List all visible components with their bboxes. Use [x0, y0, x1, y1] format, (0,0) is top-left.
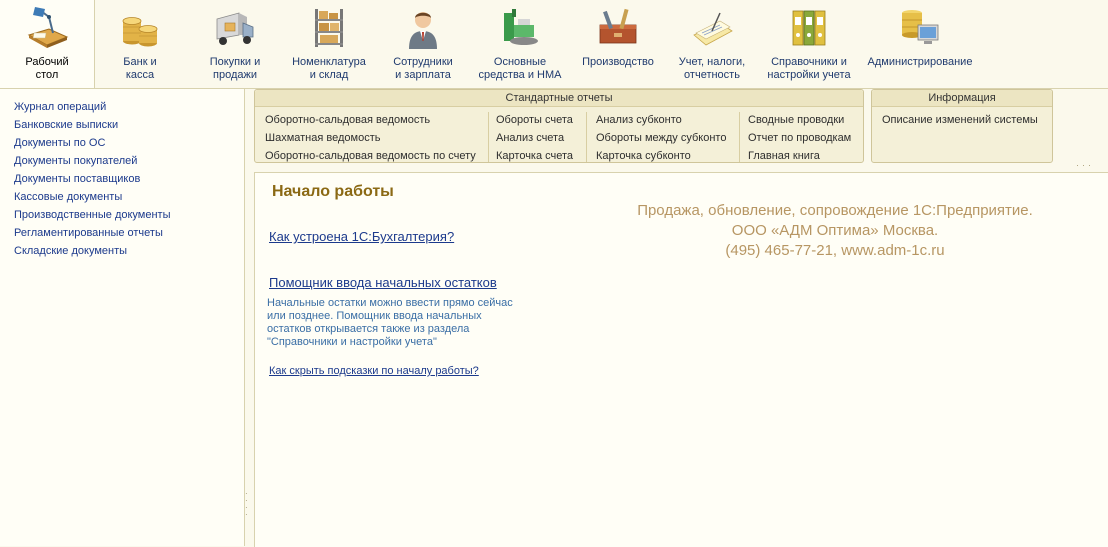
report-link[interactable]: Анализ счета	[496, 129, 573, 147]
start-page: Начало работы Как устроена 1С:Бухгалтери…	[254, 172, 1108, 547]
section-production[interactable]: Производство	[568, 0, 668, 88]
sections-toolbar: Рабочий стол Банк и касса Покупки и прод…	[0, 0, 1108, 89]
section-bank[interactable]: Банк и касса	[94, 0, 186, 88]
report-link[interactable]: Главная книга	[748, 147, 851, 165]
coins-icon	[122, 17, 158, 47]
section-label: Администрирование	[867, 56, 973, 68]
standard-reports-group: Стандартные отчеты Оборотно-сальдовая ве…	[254, 89, 864, 163]
vendor-ad-text: Продажа, обновление, сопровождение 1С:Пр…	[595, 201, 1075, 261]
opening-balances-wizard-link[interactable]: Помощник ввода начальных остатков	[269, 275, 497, 290]
section-administration[interactable]: Администрирование	[862, 0, 978, 88]
binders-icon	[792, 10, 826, 46]
page-title: Начало работы	[272, 183, 394, 200]
nav-item-supplier-docs[interactable]: Документы поставщиков	[0, 170, 244, 188]
nav-item-regulated-reports[interactable]: Регламентированные отчеты	[0, 224, 244, 242]
ad-line: Продажа, обновление, сопровождение 1С:Пр…	[637, 202, 1033, 219]
section-purchases[interactable]: Покупки и продажи	[186, 0, 284, 88]
ad-line: ООО «АДМ Оптима» Москва.	[731, 222, 939, 239]
desk-lamp-icon	[27, 7, 69, 48]
report-link[interactable]: Карточка субконто	[596, 147, 726, 165]
section-employees[interactable]: Сотрудники и зарплата	[374, 0, 472, 88]
column-divider	[586, 112, 587, 162]
section-label: Номенклатура и склад	[292, 56, 366, 81]
report-link[interactable]: Оборотно-сальдовая ведомость	[265, 111, 476, 129]
section-references[interactable]: Справочники и настройки учета	[756, 0, 862, 88]
column-divider	[488, 112, 489, 162]
report-link[interactable]: Сводные проводки	[748, 111, 851, 129]
section-label: Покупки и продажи	[209, 56, 261, 81]
section-label: Рабочий стол	[25, 56, 69, 81]
panel-splitter[interactable]: · · · ·	[245, 490, 251, 520]
wizard-description: Начальные остатки можно ввести прямо сей…	[267, 297, 513, 348]
ad-line: (495) 465-77-21, www.adm-1c.ru	[725, 242, 945, 259]
section-desktop[interactable]: Рабочий стол	[0, 0, 95, 88]
system-changes-link[interactable]: Описание изменений системы	[882, 111, 1038, 129]
nav-item-fixed-assets-docs[interactable]: Документы по ОС	[0, 134, 244, 152]
section-label: Справочники и настройки учета	[767, 56, 851, 81]
nav-item-operations-journal[interactable]: Журнал операций	[0, 98, 244, 116]
admin-computer-icon	[902, 10, 939, 44]
section-nomenclature[interactable]: Номенклатура и склад	[284, 0, 374, 88]
employee-icon	[409, 12, 437, 49]
report-link[interactable]: Отчет по проводкам	[748, 129, 851, 147]
notebook-icon	[693, 12, 733, 46]
navigation-panel: Журнал операций Банковские выписки Докум…	[0, 89, 245, 546]
how-it-works-link[interactable]: Как устроена 1С:Бухгалтерия?	[269, 229, 454, 244]
report-link[interactable]: Карточка счета	[496, 147, 573, 165]
equipment-icon	[504, 9, 538, 45]
hide-tips-link[interactable]: Как скрыть подсказки по началу работы?	[269, 365, 479, 377]
truck-icon	[216, 12, 254, 45]
nav-item-bank-statements[interactable]: Банковские выписки	[0, 116, 244, 134]
report-link[interactable]: Оборотно-сальдовая ведомость по счету	[265, 147, 476, 165]
report-link[interactable]: Шахматная ведомость	[265, 129, 476, 147]
column-divider	[739, 112, 740, 162]
section-label: Производство	[582, 56, 654, 68]
section-label: Основные средства и НМА	[478, 56, 562, 81]
nav-item-cash-docs[interactable]: Кассовые документы	[0, 188, 244, 206]
warehouse-shelf-icon	[315, 9, 343, 47]
standard-reports-title: Стандартные отчеты	[255, 90, 863, 107]
report-link[interactable]: Обороты счета	[496, 111, 573, 129]
panel-resize-handle[interactable]: ···	[1076, 160, 1094, 170]
section-label: Учет, налоги, отчетность	[678, 56, 746, 81]
information-title: Информация	[872, 90, 1052, 107]
nav-item-customer-docs[interactable]: Документы покупателей	[0, 152, 244, 170]
toolbox-icon	[599, 8, 637, 44]
report-link[interactable]: Анализ субконто	[596, 111, 726, 129]
section-label: Сотрудники и зарплата	[393, 56, 453, 81]
section-fixed-assets[interactable]: Основные средства и НМА	[472, 0, 568, 88]
information-group: Информация Описание изменений системы	[871, 89, 1053, 163]
section-label: Банк и касса	[123, 56, 157, 81]
report-link[interactable]: Обороты между субконто	[596, 129, 726, 147]
nav-item-production-docs[interactable]: Производственные документы	[0, 206, 244, 224]
nav-item-warehouse-docs[interactable]: Складские документы	[0, 242, 244, 260]
section-accounting[interactable]: Учет, налоги, отчетность	[668, 0, 756, 88]
